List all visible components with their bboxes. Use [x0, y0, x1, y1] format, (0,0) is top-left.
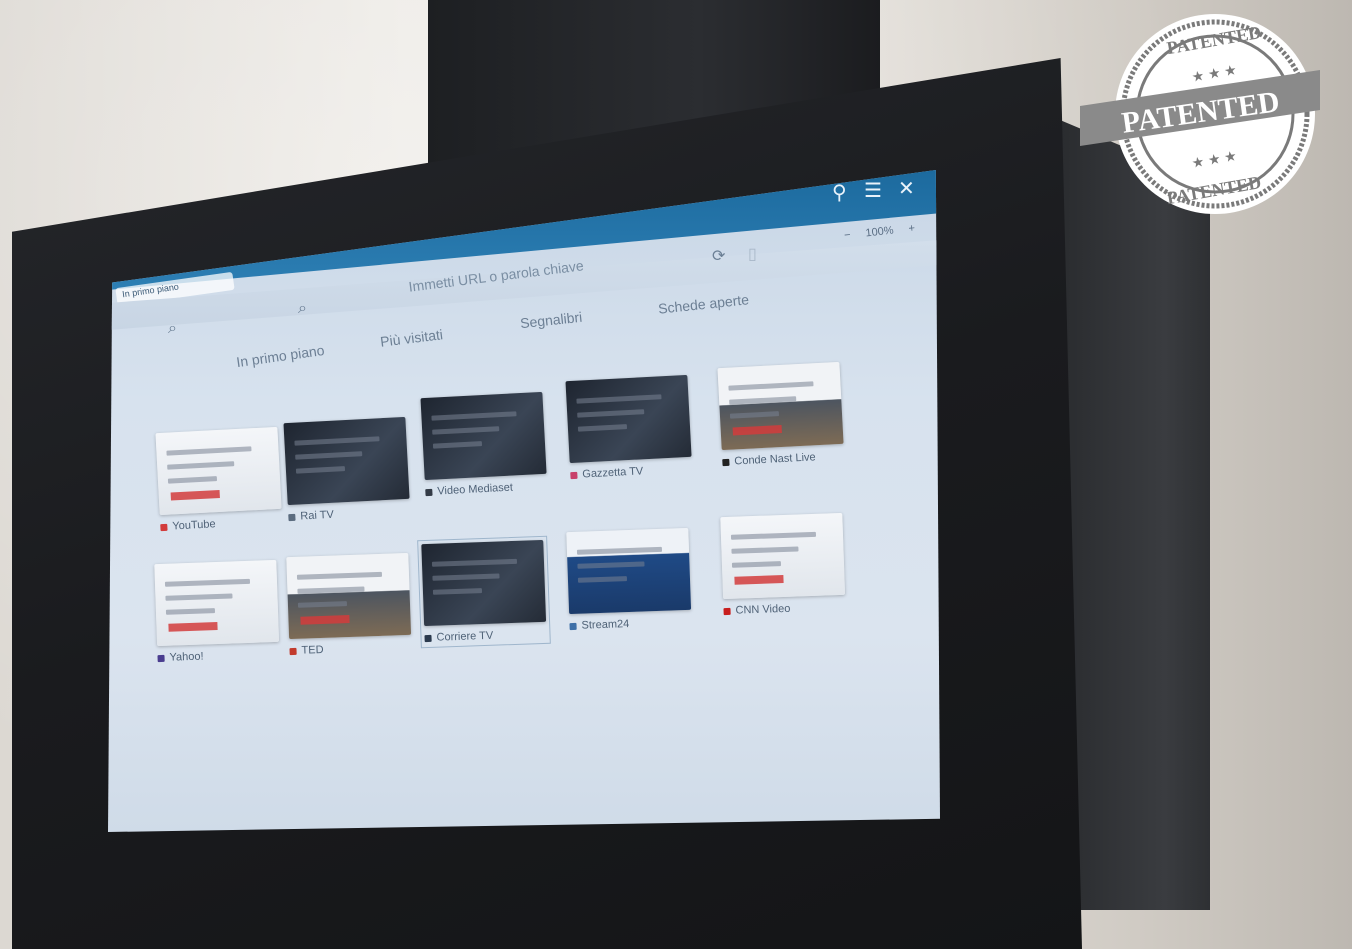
- tile-label-row: CNN Video: [723, 601, 845, 617]
- tile-label: Video Mediaset: [437, 481, 514, 498]
- site-favicon-icon: [289, 647, 297, 655]
- speed-dial-tile[interactable]: Rai TV: [283, 416, 410, 523]
- tile-thumbnail: [286, 552, 412, 640]
- tile-label-row: YouTube: [160, 515, 282, 533]
- tile-label: Conde Nast Live: [734, 451, 816, 468]
- tile-thumbnail: [421, 539, 547, 627]
- site-favicon-icon: [570, 471, 578, 479]
- browser-screen: In primo piano ⚲ ☰ ✕ ⌕ ⌕ Immetti URL o p…: [108, 170, 940, 832]
- tile-label-row: Rai TV: [288, 505, 410, 523]
- speed-dial-grid: YouTube Rai TV Video Mediaset Gazzetta TV Co…: [108, 170, 940, 832]
- site-favicon-icon: [288, 513, 296, 521]
- tile-label: Rai TV: [300, 508, 335, 523]
- tile-thumbnail: [565, 374, 692, 464]
- speed-dial-tile[interactable]: Gazzetta TV: [565, 374, 692, 481]
- tile-thumbnail: [155, 426, 282, 516]
- site-favicon-icon: [160, 523, 168, 531]
- tile-label-row: Yahoo!: [157, 648, 279, 664]
- tile-label-row: TED: [289, 641, 411, 657]
- tile-label-row: Conde Nast Live: [722, 450, 844, 468]
- tile-label-row: Video Mediaset: [425, 480, 547, 498]
- site-favicon-icon: [157, 654, 165, 662]
- tile-label: YouTube: [172, 518, 216, 533]
- hood-side-panel: [1060, 120, 1210, 910]
- tile-label: Stream24: [581, 618, 630, 632]
- tile-thumbnail: [283, 416, 410, 506]
- site-favicon-icon: [723, 607, 731, 615]
- tile-label: TED: [301, 643, 324, 657]
- patented-stamp-badge: PATENTED PATENTED PATENTED ★ ★ ★ ★ ★ ★: [1080, 14, 1320, 214]
- speed-dial-tile[interactable]: Video Mediaset: [420, 391, 547, 498]
- tile-label: Yahoo!: [169, 650, 204, 664]
- tile-label-row: Gazzetta TV: [570, 463, 692, 481]
- tile-label: Gazzetta TV: [582, 465, 644, 481]
- tile-thumbnail: [717, 361, 844, 451]
- tile-label: Corriere TV: [436, 629, 494, 644]
- tile-thumbnail: [566, 527, 692, 615]
- site-favicon-icon: [569, 622, 577, 630]
- speed-dial-tile[interactable]: Corriere TV: [417, 535, 551, 649]
- site-favicon-icon: [722, 458, 730, 466]
- speed-dial-tile[interactable]: CNN Video: [720, 512, 846, 617]
- site-favicon-icon: [424, 634, 432, 642]
- tile-thumbnail: [720, 512, 846, 600]
- speed-dial-tile[interactable]: Conde Nast Live: [717, 361, 844, 468]
- tile-thumbnail: [154, 559, 280, 647]
- speed-dial-tile[interactable]: TED: [286, 552, 412, 657]
- speed-dial-tile[interactable]: YouTube: [155, 426, 282, 533]
- speed-dial-tile[interactable]: Stream24: [566, 527, 692, 632]
- tile-label-row: Stream24: [569, 616, 691, 632]
- tile-thumbnail: [420, 391, 547, 481]
- site-favicon-icon: [425, 488, 433, 496]
- tile-label: CNN Video: [735, 602, 791, 617]
- speed-dial-tile[interactable]: Yahoo!: [154, 559, 280, 664]
- tile-label-row: Corriere TV: [424, 628, 546, 644]
